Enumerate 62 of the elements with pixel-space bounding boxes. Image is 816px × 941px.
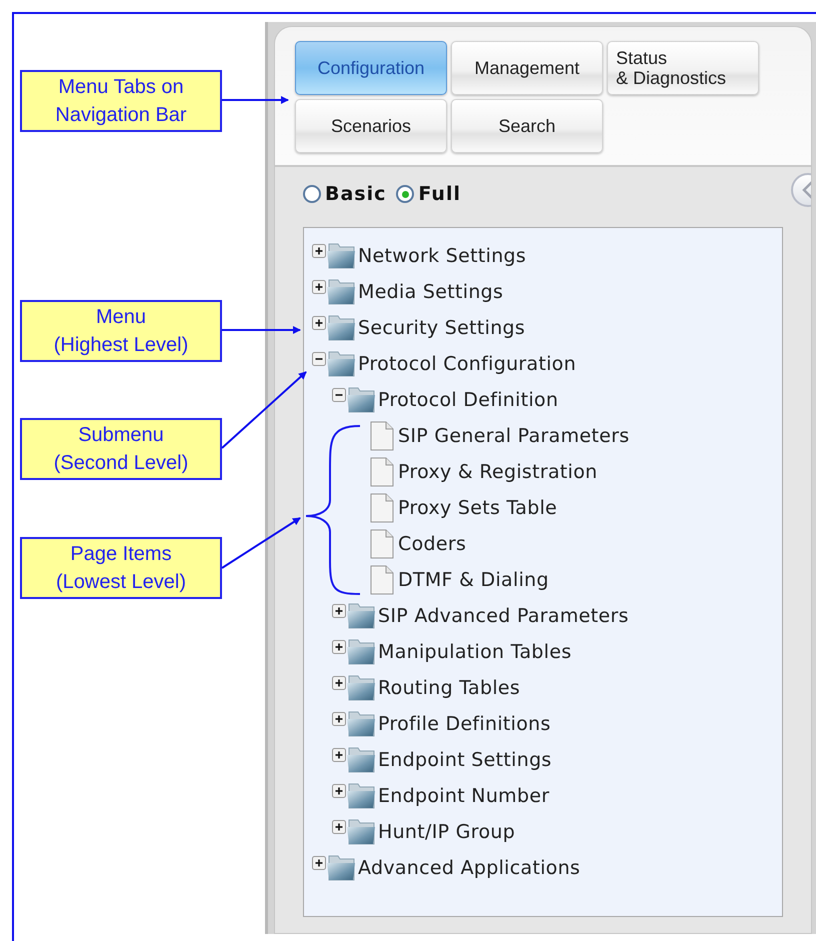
page-icon xyxy=(370,421,394,451)
page-icon xyxy=(370,529,394,559)
page-icon xyxy=(370,565,394,595)
tree-item[interactable]: Proxy & Registration xyxy=(370,454,782,490)
folder-icon xyxy=(346,638,376,666)
expand-icon[interactable] xyxy=(332,640,346,654)
expand-icon[interactable] xyxy=(332,604,346,618)
folder-icon xyxy=(346,782,376,810)
menu-tab[interactable]: Management xyxy=(451,41,603,95)
folder-icon xyxy=(326,854,356,882)
tree-item[interactable]: Protocol Definition xyxy=(332,382,782,418)
expand-icon[interactable] xyxy=(332,784,346,798)
expand-icon[interactable] xyxy=(312,244,326,258)
folder-icon xyxy=(346,710,376,738)
expand-icon[interactable] xyxy=(332,676,346,690)
tree-item[interactable]: Proxy Sets Table xyxy=(370,490,782,526)
folder-icon xyxy=(326,278,356,306)
tree-item[interactable]: Security Settings xyxy=(312,310,782,346)
folder-icon xyxy=(346,386,376,414)
menu-tab[interactable]: Configuration xyxy=(295,41,447,95)
expand-icon[interactable] xyxy=(312,316,326,330)
tree-item[interactable]: Routing Tables xyxy=(332,670,782,706)
expand-icon[interactable] xyxy=(332,820,346,834)
chevron-left-icon xyxy=(801,180,811,200)
tree-item[interactable]: Protocol Configuration xyxy=(312,346,782,382)
folder-icon xyxy=(326,314,356,342)
callout-label: Menu Tabs on Navigation Bar xyxy=(20,70,222,132)
arrow xyxy=(222,96,289,104)
collapse-icon[interactable] xyxy=(312,352,326,366)
tree-item[interactable]: DTMF & Dialing xyxy=(370,562,782,598)
folder-icon xyxy=(346,674,376,702)
menu-tab[interactable]: Scenarios xyxy=(295,99,447,153)
tree-item[interactable]: Coders xyxy=(370,526,782,562)
callout-label: Page Items (Lowest Level) xyxy=(20,537,222,599)
callout-label: Menu (Highest Level) xyxy=(20,300,222,362)
folder-icon xyxy=(346,746,376,774)
view-mode-radio[interactable]: Basic xyxy=(303,183,386,205)
tree-item[interactable]: Endpoint Settings xyxy=(332,742,782,778)
folder-icon xyxy=(326,350,356,378)
folder-icon xyxy=(346,602,376,630)
tree-item[interactable]: Network Settings xyxy=(312,238,782,274)
tree-item[interactable]: Manipulation Tables xyxy=(332,634,782,670)
tree-item[interactable]: Advanced Applications xyxy=(312,850,782,886)
expand-icon[interactable] xyxy=(332,712,346,726)
tree-item[interactable]: SIP Advanced Parameters xyxy=(332,598,782,634)
page-icon xyxy=(370,493,394,523)
page-icon xyxy=(370,457,394,487)
tree-item[interactable]: Profile Definitions xyxy=(332,706,782,742)
tree-item[interactable]: Hunt/IP Group xyxy=(332,814,782,850)
tree-item[interactable]: SIP General Parameters xyxy=(370,418,782,454)
folder-icon xyxy=(346,818,376,846)
tree-item[interactable]: Endpoint Number xyxy=(332,778,782,814)
menu-tab[interactable]: Search xyxy=(451,99,603,153)
callout-label: Submenu (Second Level) xyxy=(20,418,222,480)
view-mode-radio[interactable]: Full xyxy=(396,183,461,205)
tree-item[interactable]: Media Settings xyxy=(312,274,782,310)
expand-icon[interactable] xyxy=(312,856,326,870)
expand-icon[interactable] xyxy=(312,280,326,294)
folder-icon xyxy=(326,242,356,270)
menu-tab[interactable]: Status & Diagnostics xyxy=(607,41,759,95)
collapse-icon[interactable] xyxy=(332,388,346,402)
expand-icon[interactable] xyxy=(332,748,346,762)
